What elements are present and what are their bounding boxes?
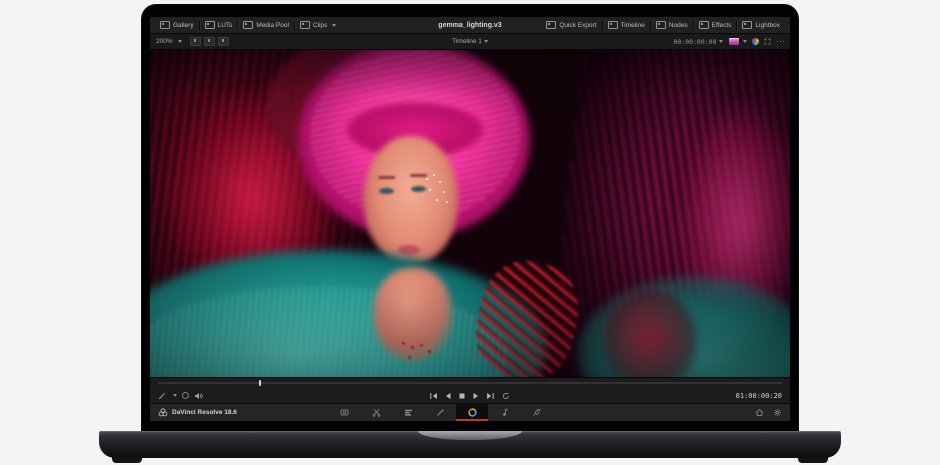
effects-panel-button[interactable]: Effects <box>694 21 737 29</box>
chevron-down-icon <box>743 40 747 43</box>
stop-button[interactable] <box>459 392 466 400</box>
luts-label: LUTs <box>218 22 233 29</box>
timeline-icon <box>608 21 618 29</box>
page-tab-color[interactable] <box>456 404 488 421</box>
source-timecode: 00:00:00:00 <box>673 38 716 46</box>
more-options-icon[interactable] <box>777 41 785 43</box>
viewer-canvas[interactable] <box>150 50 790 377</box>
step-back-button[interactable] <box>445 392 452 400</box>
gallery-icon <box>160 21 170 29</box>
record-timecode: 01:00:00:20 <box>736 392 782 400</box>
laptop-lid-notch <box>418 431 522 440</box>
page-tab-fairlight[interactable] <box>488 404 520 421</box>
volume-icon[interactable] <box>194 392 203 400</box>
loop-button[interactable] <box>502 392 511 400</box>
app-name: DaVinci Resolve 18.6 <box>172 409 237 416</box>
macbook-pro: Gallery LUTs Media Pool Clips <box>0 0 940 465</box>
luts-button[interactable]: LUTs <box>200 21 238 29</box>
lightbox-icon <box>742 21 752 29</box>
media-pool-label: Media Pool <box>256 22 289 29</box>
page-navigation-bar: DaVinci Resolve 18.6 <box>150 403 790 421</box>
timeline-panel-button[interactable]: Timeline <box>603 21 650 29</box>
zoom-level-dropdown[interactable]: 200% <box>156 38 187 45</box>
viewer-mode-button-1[interactable] <box>190 37 201 46</box>
edit-page-icon <box>404 408 413 417</box>
playhead[interactable] <box>259 380 261 386</box>
scopes-thumbnail-icon[interactable] <box>729 38 739 45</box>
photo-vignette <box>150 50 790 377</box>
timeline-selector[interactable]: Timeline 1 <box>452 38 488 45</box>
nodes-icon <box>656 21 666 29</box>
settings-gear-icon[interactable] <box>773 408 782 417</box>
gallery-label: Gallery <box>173 22 194 29</box>
clips-button[interactable]: Clips <box>295 21 341 29</box>
effects-icon <box>699 21 709 29</box>
page-tab-deliver[interactable] <box>520 404 552 421</box>
fusion-page-icon <box>436 408 445 417</box>
fairlight-page-icon <box>500 408 509 417</box>
gallery-button[interactable]: Gallery <box>155 21 199 29</box>
chevron-down-icon <box>178 40 182 43</box>
cut-page-icon <box>372 408 381 417</box>
luts-icon <box>205 21 215 29</box>
color-wheel-icon[interactable] <box>752 38 759 45</box>
page-tab-fusion[interactable] <box>424 404 456 421</box>
timeline-label: Timeline <box>621 22 645 29</box>
viewer-scrubber[interactable] <box>150 377 790 388</box>
page-tab-cut[interactable] <box>360 404 392 421</box>
viewer-mode-button-2[interactable] <box>204 37 215 46</box>
chevron-down-icon <box>332 24 336 27</box>
nodes-label: Nodes <box>669 22 688 29</box>
page-tabs <box>328 404 552 421</box>
laptop-screen-bezel: Gallery LUTs Media Pool Clips <box>141 4 799 433</box>
clips-label: Clips <box>313 22 327 29</box>
nodes-panel-button[interactable]: Nodes <box>651 21 693 29</box>
effects-label: Effects <box>712 22 732 29</box>
chevron-down-icon <box>719 40 723 43</box>
chevron-down-icon <box>484 40 488 43</box>
play-button[interactable] <box>473 392 480 400</box>
skip-end-button[interactable] <box>487 392 495 400</box>
expand-icon[interactable] <box>764 38 771 45</box>
davinci-resolve-window: Gallery LUTs Media Pool Clips <box>150 17 790 421</box>
scrubber-track[interactable] <box>158 382 782 384</box>
media-page-icon <box>340 408 349 417</box>
chevron-down-icon <box>173 394 177 397</box>
home-icon[interactable] <box>755 408 764 417</box>
top-toolbar: Gallery LUTs Media Pool Clips <box>150 17 790 34</box>
media-pool-icon <box>243 21 253 29</box>
media-pool-button[interactable]: Media Pool <box>238 21 294 29</box>
grade-tool-icon[interactable] <box>158 392 166 400</box>
deliver-page-icon <box>532 408 541 417</box>
color-page-icon <box>468 408 477 417</box>
laptop-base <box>99 431 841 458</box>
unmix-icon[interactable] <box>182 392 189 399</box>
viewer-mode-button-3[interactable] <box>218 37 229 46</box>
clips-icon <box>300 21 310 29</box>
quick-export-icon <box>546 21 556 29</box>
lightbox-button[interactable]: Lightbox <box>737 21 785 29</box>
zoom-level-value: 200% <box>156 38 173 45</box>
timeline-selector-value: Timeline 1 <box>452 38 482 45</box>
lightbox-label: Lightbox <box>755 22 780 29</box>
project-title: gemma_lighting.v3 <box>438 22 501 29</box>
viewer-options-bar: 200% Timeline 1 00:00:00:00 <box>150 34 790 50</box>
page-tab-edit[interactable] <box>392 404 424 421</box>
quick-export-label: Quick Export <box>559 22 596 29</box>
skip-start-button[interactable] <box>430 392 438 400</box>
transport-bar: 01:00:00:20 <box>150 388 790 403</box>
page-tab-media[interactable] <box>328 404 360 421</box>
quick-export-button[interactable]: Quick Export <box>541 21 601 29</box>
davinci-resolve-logo <box>158 408 168 417</box>
